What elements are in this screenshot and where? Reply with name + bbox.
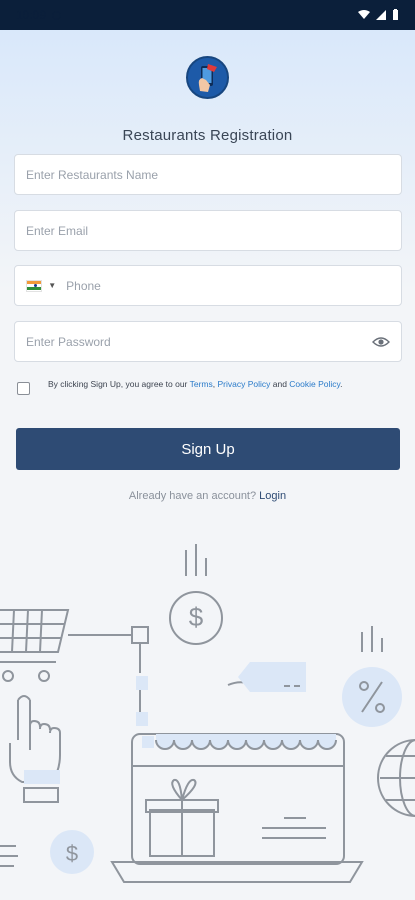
email-input[interactable] <box>26 223 390 238</box>
terms-separator-2: and <box>270 379 290 389</box>
status-left: 10:09 <box>16 8 62 22</box>
phone-input[interactable] <box>66 278 390 293</box>
login-link[interactable]: Login <box>259 490 286 502</box>
status-bar: 10:09 <box>0 0 415 30</box>
terms-agreement-row: By clicking Sign Up, you agree to our Te… <box>17 378 402 395</box>
terms-text: By clicking Sign Up, you agree to our Te… <box>48 378 343 390</box>
shopping-cart-icon <box>0 609 70 682</box>
login-prompt: Already have an account? Login <box>0 490 415 502</box>
password-input[interactable] <box>26 334 372 349</box>
wifi-icon <box>358 10 370 19</box>
laptop-store-icon <box>110 733 364 883</box>
terms-suffix: . <box>340 379 343 389</box>
status-time: 10:09 <box>16 8 47 22</box>
globe-icon <box>377 739 415 817</box>
privacy-policy-link[interactable]: Privacy Policy <box>217 379 270 389</box>
login-prompt-text: Already have an account? <box>128 490 260 502</box>
india-flag-icon[interactable] <box>26 279 43 292</box>
restaurant-name-input[interactable] <box>26 167 390 182</box>
dollar-glyph: $ <box>189 602 204 632</box>
battery-icon <box>393 9 398 20</box>
phone-field[interactable]: ▼ <box>14 265 402 306</box>
country-dropdown-caret-icon[interactable]: ▼ <box>48 281 56 290</box>
eye-icon[interactable] <box>372 333 390 351</box>
restaurant-name-field[interactable] <box>14 154 402 195</box>
email-field[interactable] <box>14 210 402 251</box>
dollar-glyph-small: $ <box>66 841 78 866</box>
signal-icon <box>376 10 386 20</box>
app-logo-icon <box>186 56 229 99</box>
status-right <box>358 9 399 21</box>
ecommerce-illustration: $ $ <box>0 544 415 883</box>
cookie-policy-link[interactable]: Cookie Policy <box>289 379 340 389</box>
price-tag-icon <box>238 662 306 692</box>
password-field[interactable] <box>14 321 402 362</box>
terms-checkbox[interactable] <box>17 382 30 395</box>
page-title: Restaurants Registration <box>122 127 293 144</box>
terms-link[interactable]: Terms <box>190 379 213 389</box>
sign-up-button[interactable]: Sign Up <box>16 428 400 470</box>
node-square <box>131 626 149 644</box>
notification-icon <box>52 10 62 20</box>
terms-prefix: By clicking Sign Up, you agree to our <box>48 379 190 389</box>
hand-pointer-icon <box>9 695 61 803</box>
